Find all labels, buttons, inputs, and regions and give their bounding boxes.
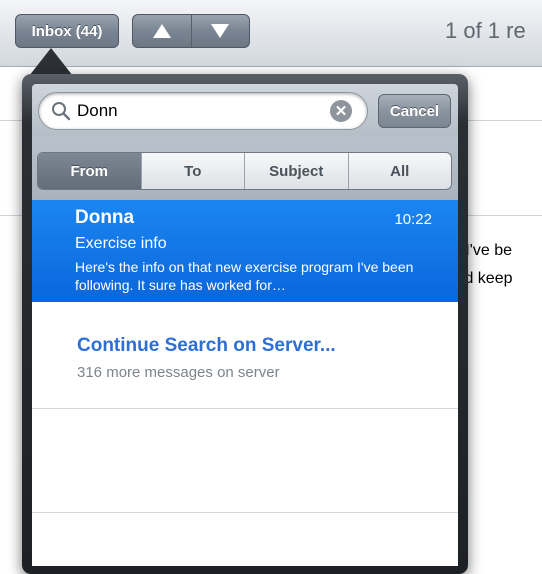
message-subject: Exercise info xyxy=(75,235,167,252)
cancel-button[interactable]: Cancel xyxy=(378,94,451,128)
scope-subject-tab[interactable]: Subject xyxy=(244,153,348,189)
inbox-back-button[interactable]: Inbox (44) xyxy=(15,14,119,48)
list-row-divider xyxy=(32,512,458,513)
scope-to-tab[interactable]: To xyxy=(140,153,245,189)
message-position-label: 1 of 1 re xyxy=(445,18,526,43)
continue-search-title: Continue Search on Server... xyxy=(77,335,336,356)
scope-from-tab[interactable]: From xyxy=(38,153,141,189)
search-scope-control: From To Subject All xyxy=(37,152,452,190)
search-field[interactable]: ✕ xyxy=(38,92,368,130)
search-results-list: Donna 10:22 Exercise info Here's the inf… xyxy=(32,200,458,566)
search-input[interactable] xyxy=(77,101,317,121)
popover-arrow xyxy=(29,48,73,76)
continue-search-subtitle: 316 more messages on server xyxy=(77,364,280,381)
sender-name: Donna xyxy=(75,207,135,228)
continue-search-row[interactable]: Continue Search on Server... 316 more me… xyxy=(32,302,458,409)
message-nav-control xyxy=(132,14,250,48)
scope-all-tab[interactable]: All xyxy=(347,153,452,189)
magnifier-icon xyxy=(52,102,71,121)
down-triangle-icon xyxy=(211,24,230,38)
clear-x-icon[interactable]: ✕ xyxy=(330,100,352,122)
mail-toolbar: Inbox (44) 1 of 1 re xyxy=(0,0,542,67)
message-time: 10:22 xyxy=(394,211,432,228)
message-preview: Here's the info on that new exercise pro… xyxy=(75,259,414,293)
up-triangle-icon xyxy=(152,24,171,38)
previous-message-button[interactable] xyxy=(133,15,191,47)
next-message-button[interactable] xyxy=(190,15,250,47)
result-row[interactable]: Donna 10:22 Exercise info Here's the inf… xyxy=(32,200,458,302)
